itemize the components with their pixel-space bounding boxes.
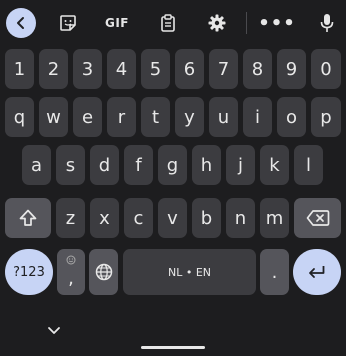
gear-icon [208,14,226,32]
key-e[interactable]: e [73,97,102,137]
globe-icon [95,263,112,281]
space-bar[interactable]: NL • EN [123,249,256,295]
key-o[interactable]: o [277,97,306,137]
key-a[interactable]: a [22,145,51,185]
key-p[interactable]: p [311,97,341,137]
navigation-handle[interactable] [141,346,205,349]
key-8[interactable]: 8 [243,49,272,89]
emoji-icon [66,255,76,265]
key-u[interactable]: u [209,97,238,137]
symbols-key[interactable]: ?123 [5,249,53,295]
clipboard-icon [161,14,175,32]
key-v[interactable]: v [158,198,187,238]
key-g[interactable]: g [158,145,187,185]
key-w[interactable]: w [39,97,68,137]
collapse-toolbar-button[interactable] [6,8,36,38]
key-l[interactable]: l [294,145,323,185]
key-i[interactable]: i [243,97,272,137]
enter-icon [309,266,325,278]
enter-key[interactable] [293,249,341,295]
key-6[interactable]: 6 [175,49,204,89]
gif-label: GIF [104,16,129,30]
mic-icon [320,14,334,32]
shift-icon [19,209,37,226]
sticker-button[interactable] [54,5,82,41]
more-options-button[interactable]: ••• [258,5,295,41]
key-5[interactable]: 5 [141,49,170,89]
key-s[interactable]: s [56,145,85,185]
clipboard-button[interactable] [154,5,182,41]
key-q[interactable]: q [5,97,34,137]
key-x[interactable]: x [90,198,119,238]
chevron-left-icon [17,17,24,29]
key-k[interactable]: k [260,145,289,185]
key-f[interactable]: f [124,145,153,185]
key-n[interactable]: n [226,198,255,238]
key-z[interactable]: z [56,198,85,238]
comma-emoji-key[interactable]: , [57,249,85,295]
key-b[interactable]: b [192,198,221,238]
key-r[interactable]: r [107,97,136,137]
comma-label: , [68,267,74,289]
shift-key[interactable] [5,198,51,238]
key-4[interactable]: 4 [107,49,136,89]
key-c[interactable]: c [124,198,153,238]
voice-input-button[interactable] [314,5,340,41]
key-3[interactable]: 3 [73,49,102,89]
key-d[interactable]: d [90,145,119,185]
sticker-icon [60,15,76,31]
key-9[interactable]: 9 [277,49,306,89]
key-m[interactable]: m [260,198,289,238]
gif-button[interactable]: GIF [102,5,132,41]
key-1[interactable]: 1 [5,49,34,89]
chevron-down-icon[interactable] [47,326,61,336]
keyboard-toolbar: GIF ••• [0,0,346,46]
key-2[interactable]: 2 [39,49,68,89]
key-0[interactable]: 0 [311,49,341,89]
key-h[interactable]: h [192,145,221,185]
key-7[interactable]: 7 [209,49,238,89]
key-y[interactable]: y [175,97,204,137]
toolbar-divider [246,12,247,34]
key-j[interactable]: j [226,145,255,185]
backspace-icon [306,210,329,226]
settings-button[interactable] [203,5,231,41]
backspace-key[interactable] [294,198,341,238]
key-t[interactable]: t [141,97,170,137]
language-switch-key[interactable] [89,249,118,295]
more-icon: ••• [258,12,296,34]
period-key[interactable]: . [260,249,289,295]
